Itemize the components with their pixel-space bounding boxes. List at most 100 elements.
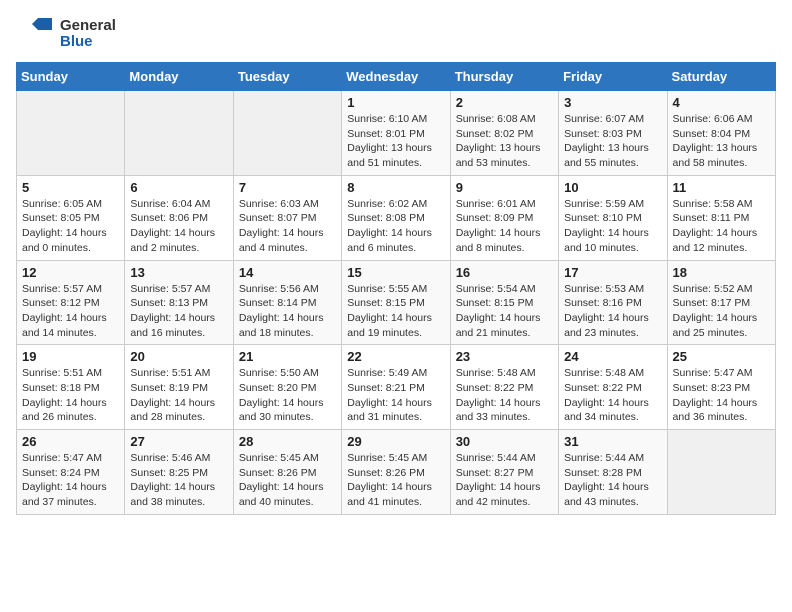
day-info: Sunrise: 5:49 AM Sunset: 8:21 PM Dayligh… [347, 366, 444, 425]
day-info: Sunrise: 5:51 AM Sunset: 8:19 PM Dayligh… [130, 366, 227, 425]
day-number: 29 [347, 434, 444, 449]
logo-blue-text: Blue [60, 34, 116, 51]
day-number: 24 [564, 349, 661, 364]
day-info: Sunrise: 5:46 AM Sunset: 8:25 PM Dayligh… [130, 451, 227, 510]
calendar-cell [17, 91, 125, 176]
day-number: 20 [130, 349, 227, 364]
calendar-cell: 11 Sunrise: 5:58 AM Sunset: 8:11 PM Dayli… [667, 175, 775, 260]
calendar-cell: 5Sunrise: 6:05 AM Sunset: 8:05 PM Daylig… [17, 175, 125, 260]
day-number: 26 [22, 434, 119, 449]
day-number: 17 [564, 265, 661, 280]
calendar-cell [125, 91, 233, 176]
calendar-cell: 16Sunrise: 5:54 AM Sunset: 8:15 PM Dayli… [450, 260, 558, 345]
day-info: Sunrise: 5:55 AM Sunset: 8:15 PM Dayligh… [347, 282, 444, 341]
day-number: 18 [673, 265, 770, 280]
day-info: Sunrise: 5:45 AM Sunset: 8:26 PM Dayligh… [347, 451, 444, 510]
day-number: 23 [456, 349, 553, 364]
day-info: Sunrise: 5:53 AM Sunset: 8:16 PM Dayligh… [564, 282, 661, 341]
day-info: Sunrise: 5:57 AM Sunset: 8:13 PM Dayligh… [130, 282, 227, 341]
day-number: 6 [130, 180, 227, 195]
day-of-week-header: Saturday [667, 63, 775, 91]
calendar-cell: 12Sunrise: 5:57 AM Sunset: 8:12 PM Dayli… [17, 260, 125, 345]
day-info: Sunrise: 5:47 AM Sunset: 8:24 PM Dayligh… [22, 451, 119, 510]
calendar-cell: 28 Sunrise: 5:45 AM Sunset: 8:26 PM Dayli… [233, 430, 341, 515]
calendar-cell: 30Sunrise: 5:44 AM Sunset: 8:27 PM Dayli… [450, 430, 558, 515]
calendar-cell: 14 Sunrise: 5:56 AM Sunset: 8:14 PM Dayli… [233, 260, 341, 345]
calendar-cell: 18 Sunrise: 5:52 AM Sunset: 8:17 PM Dayli… [667, 260, 775, 345]
calendar-cell [667, 430, 775, 515]
calendar-cell: 15 Sunrise: 5:55 AM Sunset: 8:15 PM Dayli… [342, 260, 450, 345]
day-number: 10 [564, 180, 661, 195]
calendar-cell: 17 Sunrise: 5:53 AM Sunset: 8:16 PM Dayli… [559, 260, 667, 345]
day-info: Sunrise: 5:48 AM Sunset: 8:22 PM Dayligh… [564, 366, 661, 425]
day-info: Sunrise: 5:50 AM Sunset: 8:20 PM Dayligh… [239, 366, 336, 425]
calendar-cell: 7 Sunrise: 6:03 AM Sunset: 8:07 PM Daylig… [233, 175, 341, 260]
day-number: 22 [347, 349, 444, 364]
day-number: 8 [347, 180, 444, 195]
day-info: Sunrise: 5:58 AM Sunset: 8:11 PM Dayligh… [673, 197, 770, 256]
calendar-week-row: 19 Sunrise: 5:51 AM Sunset: 8:18 PM Dayli… [17, 345, 776, 430]
day-number: 5 [22, 180, 119, 195]
day-info: Sunrise: 5:44 AM Sunset: 8:27 PM Dayligh… [456, 451, 553, 510]
day-info: Sunrise: 5:51 AM Sunset: 8:18 PM Dayligh… [22, 366, 119, 425]
day-number: 25 [673, 349, 770, 364]
day-number: 7 [239, 180, 336, 195]
day-info: Sunrise: 5:56 AM Sunset: 8:14 PM Dayligh… [239, 282, 336, 341]
day-number: 28 [239, 434, 336, 449]
calendar-cell: 8 Sunrise: 6:02 AM Sunset: 8:08 PM Daylig… [342, 175, 450, 260]
calendar-cell: 2Sunrise: 6:08 AM Sunset: 8:02 PM Daylig… [450, 91, 558, 176]
calendar-week-row: 12Sunrise: 5:57 AM Sunset: 8:12 PM Dayli… [17, 260, 776, 345]
calendar-cell: 24 Sunrise: 5:48 AM Sunset: 8:22 PM Dayli… [559, 345, 667, 430]
calendar-cell: 10 Sunrise: 5:59 AM Sunset: 8:10 PM Dayli… [559, 175, 667, 260]
logo-svg [16, 16, 56, 52]
day-info: Sunrise: 5:54 AM Sunset: 8:15 PM Dayligh… [456, 282, 553, 341]
day-of-week-header: Sunday [17, 63, 125, 91]
calendar-cell: 6Sunrise: 6:04 AM Sunset: 8:06 PM Daylig… [125, 175, 233, 260]
day-info: Sunrise: 5:52 AM Sunset: 8:17 PM Dayligh… [673, 282, 770, 341]
calendar-week-row: 5Sunrise: 6:05 AM Sunset: 8:05 PM Daylig… [17, 175, 776, 260]
day-info: Sunrise: 6:10 AM Sunset: 8:01 PM Dayligh… [347, 112, 444, 171]
calendar-week-row: 26 Sunrise: 5:47 AM Sunset: 8:24 PM Dayli… [17, 430, 776, 515]
day-info: Sunrise: 6:02 AM Sunset: 8:08 PM Dayligh… [347, 197, 444, 256]
day-number: 31 [564, 434, 661, 449]
day-number: 15 [347, 265, 444, 280]
day-number: 19 [22, 349, 119, 364]
logo: GeneralBlue [16, 16, 116, 52]
day-number: 14 [239, 265, 336, 280]
calendar-cell: 1Sunrise: 6:10 AM Sunset: 8:01 PM Daylig… [342, 91, 450, 176]
day-info: Sunrise: 5:48 AM Sunset: 8:22 PM Dayligh… [456, 366, 553, 425]
day-of-week-header: Wednesday [342, 63, 450, 91]
calendar-cell: 31 Sunrise: 5:44 AM Sunset: 8:28 PM Dayli… [559, 430, 667, 515]
calendar-cell: 19 Sunrise: 5:51 AM Sunset: 8:18 PM Dayli… [17, 345, 125, 430]
logo-general-text: General [60, 18, 116, 35]
calendar-cell: 4Sunrise: 6:06 AM Sunset: 8:04 PM Daylig… [667, 91, 775, 176]
day-info: Sunrise: 5:44 AM Sunset: 8:28 PM Dayligh… [564, 451, 661, 510]
calendar-cell [233, 91, 341, 176]
day-number: 21 [239, 349, 336, 364]
day-info: Sunrise: 6:07 AM Sunset: 8:03 PM Dayligh… [564, 112, 661, 171]
calendar-cell: 25 Sunrise: 5:47 AM Sunset: 8:23 PM Dayli… [667, 345, 775, 430]
calendar-cell: 3Sunrise: 6:07 AM Sunset: 8:03 PM Daylig… [559, 91, 667, 176]
calendar-cell: 29 Sunrise: 5:45 AM Sunset: 8:26 PM Dayli… [342, 430, 450, 515]
day-info: Sunrise: 5:45 AM Sunset: 8:26 PM Dayligh… [239, 451, 336, 510]
day-info: Sunrise: 6:01 AM Sunset: 8:09 PM Dayligh… [456, 197, 553, 256]
day-info: Sunrise: 5:57 AM Sunset: 8:12 PM Dayligh… [22, 282, 119, 341]
calendar-cell: 26 Sunrise: 5:47 AM Sunset: 8:24 PM Dayli… [17, 430, 125, 515]
day-number: 11 [673, 180, 770, 195]
calendar: SundayMondayTuesdayWednesdayThursdayFrid… [16, 62, 776, 515]
day-info: Sunrise: 6:08 AM Sunset: 8:02 PM Dayligh… [456, 112, 553, 171]
day-of-week-header: Friday [559, 63, 667, 91]
day-of-week-header: Tuesday [233, 63, 341, 91]
calendar-week-row: 1Sunrise: 6:10 AM Sunset: 8:01 PM Daylig… [17, 91, 776, 176]
calendar-cell: 27Sunrise: 5:46 AM Sunset: 8:25 PM Dayli… [125, 430, 233, 515]
day-info: Sunrise: 6:03 AM Sunset: 8:07 PM Dayligh… [239, 197, 336, 256]
day-number: 4 [673, 95, 770, 110]
day-number: 13 [130, 265, 227, 280]
day-info: Sunrise: 5:59 AM Sunset: 8:10 PM Dayligh… [564, 197, 661, 256]
day-of-week-header: Thursday [450, 63, 558, 91]
day-number: 9 [456, 180, 553, 195]
day-info: Sunrise: 5:47 AM Sunset: 8:23 PM Dayligh… [673, 366, 770, 425]
calendar-cell: 20 Sunrise: 5:51 AM Sunset: 8:19 PM Dayli… [125, 345, 233, 430]
calendar-cell: 21 Sunrise: 5:50 AM Sunset: 8:20 PM Dayli… [233, 345, 341, 430]
day-of-week-header: Monday [125, 63, 233, 91]
